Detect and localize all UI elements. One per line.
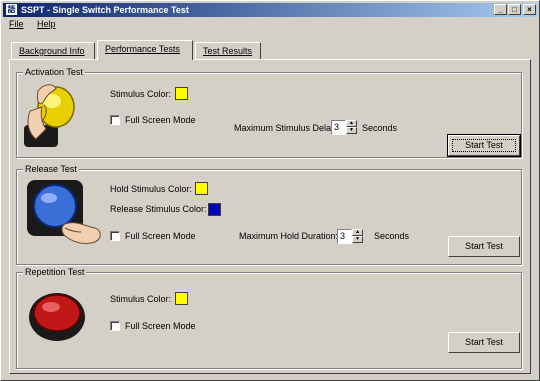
full-screen-checkbox[interactable]: [110, 321, 120, 331]
stimulus-color-label: Stimulus Color:: [110, 294, 172, 304]
spin-down-icon[interactable]: ▼: [352, 236, 363, 243]
spinner-arrows[interactable]: ▲ ▼: [346, 120, 357, 135]
tab-background-info[interactable]: Background Info: [11, 42, 95, 59]
spinner-arrows[interactable]: ▲ ▼: [352, 229, 363, 244]
release-start-test-button[interactable]: Start Test: [448, 236, 520, 257]
hold-stimulus-color-swatch[interactable]: [195, 182, 208, 195]
spinner-value[interactable]: 3: [331, 120, 346, 135]
hand-releasing-switch-icon: [27, 180, 101, 245]
release-stimulus-color-swatch[interactable]: [208, 203, 221, 216]
spin-up-icon[interactable]: ▲: [346, 120, 357, 127]
hold-stimulus-color-label: Hold Stimulus Color:: [110, 184, 193, 194]
stimulus-color-swatch[interactable]: [175, 87, 188, 100]
tab-performance-tests[interactable]: Performance Tests: [97, 40, 193, 60]
hand-pressing-switch-icon: [24, 84, 75, 147]
stimulus-color-label: Stimulus Color:: [110, 89, 172, 99]
close-button[interactable]: ×: [523, 4, 536, 15]
red-switch-icon: [29, 293, 85, 341]
spinner-value[interactable]: 3: [337, 229, 352, 244]
menu-help[interactable]: Help: [37, 19, 56, 29]
window-title: SSPT - Single Switch Performance Test: [21, 5, 189, 15]
menu-file[interactable]: File: [9, 19, 24, 29]
tab-test-results[interactable]: Test Results: [195, 42, 261, 59]
max-stimulus-delay-label: Maximum Stimulus Delay:: [234, 123, 339, 133]
tab-label: Background Info: [19, 46, 85, 56]
release-stimulus-color-label: Release Stimulus Color:: [110, 204, 207, 214]
performance-tests-panel: Activation Test Stimulus Color: Full Scr…: [9, 59, 531, 374]
maximize-button[interactable]: □: [508, 4, 521, 15]
full-screen-label: Full Screen Mode: [125, 231, 196, 241]
activation-test-group: Activation Test Stimulus Color: Full Scr…: [16, 67, 522, 158]
app-icon: 語: [6, 4, 17, 15]
activation-test-title: Activation Test: [23, 67, 85, 77]
release-test-title: Release Test: [23, 164, 79, 174]
full-screen-checkbox[interactable]: [110, 115, 120, 125]
repetition-test-group: Repetition Test Stimulus Color: Full Scr…: [16, 267, 522, 369]
seconds-label: Seconds: [374, 231, 410, 241]
activation-start-test-button[interactable]: Start Test: [447, 134, 521, 157]
seconds-label: Seconds: [362, 123, 398, 133]
tab-label: Test Results: [203, 46, 253, 56]
tab-label: Performance Tests: [105, 44, 180, 54]
menu-bar: File Help: [3, 18, 537, 32]
full-screen-checkbox[interactable]: [110, 231, 120, 241]
spin-down-icon[interactable]: ▼: [346, 127, 357, 134]
repetition-test-title: Repetition Test: [23, 267, 87, 277]
full-screen-label: Full Screen Mode: [125, 321, 196, 331]
full-screen-label: Full Screen Mode: [125, 115, 196, 125]
release-test-group: Release Test Hold Stimulus Color: Releas…: [16, 164, 522, 265]
repetition-start-test-button[interactable]: Start Test: [448, 332, 520, 353]
title-bar[interactable]: 語 SSPT - Single Switch Performance Test …: [3, 3, 537, 17]
app-window: 語 SSPT - Single Switch Performance Test …: [0, 0, 540, 381]
spin-up-icon[interactable]: ▲: [352, 229, 363, 236]
max-hold-duration-label: Maximum Hold Duration:: [239, 231, 339, 241]
stimulus-color-swatch[interactable]: [175, 292, 188, 305]
minimize-button[interactable]: _: [494, 4, 507, 15]
